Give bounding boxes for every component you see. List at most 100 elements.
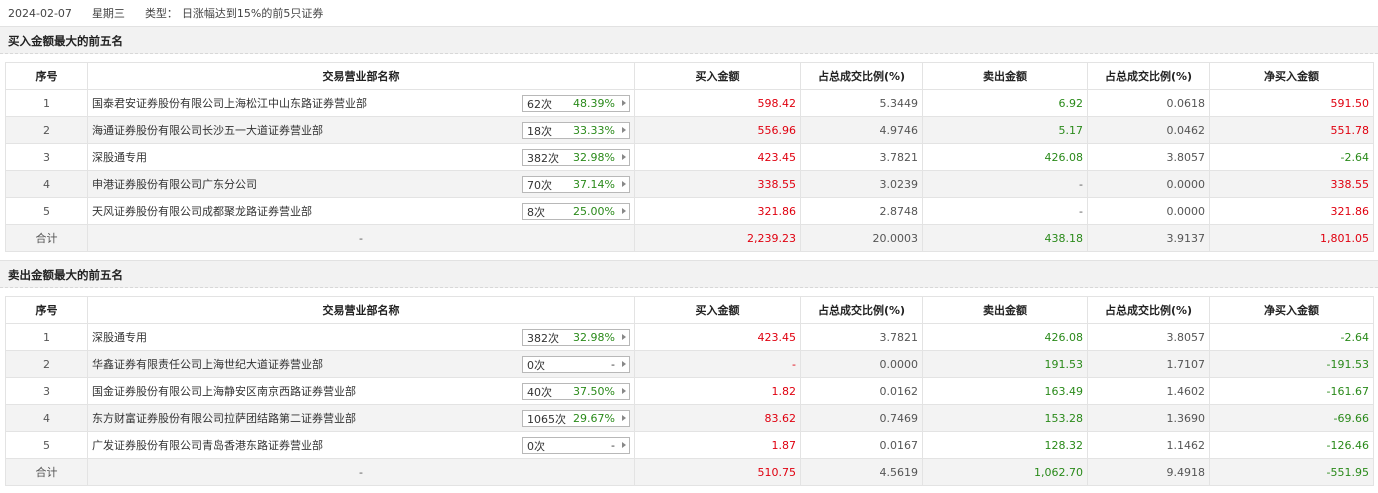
win-rate: 29.67% — [573, 412, 615, 425]
column-header: 占总成交比例(%) — [800, 296, 923, 324]
row-index: 2 — [5, 116, 88, 144]
listing-count-badge[interactable]: 18次 33.33% — [522, 122, 630, 139]
listing-count: 0次 — [527, 439, 545, 453]
listing-count-badge[interactable]: 70次 37.14% — [522, 176, 630, 193]
total-net-amount: 1,801.05 — [1209, 224, 1374, 252]
sell-ratio: 0.0618 — [1087, 89, 1210, 117]
win-rate: - — [611, 439, 615, 452]
type-label: 类型： — [144, 7, 178, 20]
table-row: 5 广发证券股份有限公司青岛香港东路证券营业部 0次 - 1.87 0.0167 128.3… — [5, 431, 1374, 459]
broker-name-cell: 海通证券股份有限公司长沙五一大道证券营业部 18次 33.33% — [87, 116, 635, 144]
row-index: 1 — [5, 89, 88, 117]
listing-count-badge[interactable]: 0次 - — [522, 356, 630, 373]
listing-count: 70次 — [527, 178, 552, 192]
buy-ratio: 5.3449 — [800, 89, 923, 117]
listing-count-badge[interactable]: 0次 - — [522, 437, 630, 454]
buy-table-body: 1 国泰君安证券股份有限公司上海松江中山东路证券营业部 62次 48.39% 598.4… — [5, 89, 1374, 252]
buy-section-title: 买入金额最大的前五名 — [0, 26, 1378, 54]
sell-ratio: 3.8057 — [1087, 323, 1210, 351]
broker-name[interactable]: 深股通专用 — [92, 331, 147, 344]
broker-name-cell: 华鑫证券有限责任公司上海世纪大道证券营业部 0次 - — [87, 350, 635, 378]
net-amount: 591.50 — [1209, 89, 1374, 117]
sell-amount: 163.49 — [922, 377, 1088, 405]
broker-name[interactable]: 天风证券股份有限公司成都聚龙路证券营业部 — [92, 205, 312, 218]
broker-name[interactable]: 国泰君安证券股份有限公司上海松江中山东路证券营业部 — [92, 97, 367, 110]
sell-ratio: 1.3690 — [1087, 404, 1210, 432]
chevron-right-icon — [622, 127, 626, 133]
table-row: 1 国泰君安证券股份有限公司上海松江中山东路证券营业部 62次 48.39% 598.4… — [5, 89, 1374, 117]
net-amount: 338.55 — [1209, 170, 1374, 198]
column-header: 占总成交比例(%) — [800, 62, 923, 90]
chevron-right-icon — [622, 100, 626, 106]
row-index: 2 — [5, 350, 88, 378]
type-value: 日涨幅达到15%的前5只证券 — [181, 7, 324, 20]
total-sell-amount: 438.18 — [922, 224, 1088, 252]
net-amount: 321.86 — [1209, 197, 1374, 225]
sell-amount: 426.08 — [922, 143, 1088, 171]
buy-table: 序号 交易营业部名称 买入金额 占总成交比例(%) 卖出金额 占总成交比例(%) 净买入金额… — [5, 62, 1374, 252]
broker-name[interactable]: 东方财富证券股份有限公司拉萨团结路第二证券营业部 — [92, 412, 356, 425]
total-sell-ratio: 3.9137 — [1087, 224, 1210, 252]
sell-ratio: 1.4602 — [1087, 377, 1210, 405]
total-buy-ratio: 20.0003 — [800, 224, 923, 252]
sell-ratio: 0.0000 — [1087, 170, 1210, 198]
total-sell-ratio: 9.4918 — [1087, 458, 1210, 486]
net-amount: -161.67 — [1209, 377, 1374, 405]
table-row: 5 天风证券股份有限公司成都聚龙路证券营业部 8次 25.00% 321.86 2.874… — [5, 197, 1374, 225]
column-header: 净买入金额 — [1209, 296, 1374, 324]
table-row: 3 国金证券股份有限公司上海静安区南京西路证券营业部 40次 37.50% 1.82 0.… — [5, 377, 1374, 405]
sell-amount: - — [922, 197, 1088, 225]
sell-ratio: 1.1462 — [1087, 431, 1210, 459]
table-row: 2 海通证券股份有限公司长沙五一大道证券营业部 18次 33.33% 556.96 4.9… — [5, 116, 1374, 144]
listing-count-badge[interactable]: 1065次 29.67% — [522, 410, 630, 427]
buy-amount: 338.55 — [634, 170, 801, 198]
sell-table: 序号 交易营业部名称 买入金额 占总成交比例(%) 卖出金额 占总成交比例(%) 净买入金额… — [5, 296, 1374, 486]
buy-amount: 1.82 — [634, 377, 801, 405]
listing-count: 382次 — [527, 331, 559, 345]
total-row: 合计 -2,239.23 20.0003 438.18 3.9137 1,801.05 — [5, 224, 1374, 252]
sell-amount: - — [922, 170, 1088, 198]
win-rate: 48.39% — [573, 97, 615, 110]
broker-name[interactable]: 深股通专用 — [92, 151, 147, 164]
total-name: - — [87, 224, 635, 252]
net-amount: -126.46 — [1209, 431, 1374, 459]
chevron-right-icon — [622, 334, 626, 340]
broker-name-cell: 广发证券股份有限公司青岛香港东路证券营业部 0次 - — [87, 431, 635, 459]
listing-count-badge[interactable]: 8次 25.00% — [522, 203, 630, 220]
listing-count-badge[interactable]: 382次 32.98% — [522, 149, 630, 166]
sell-ratio: 0.0000 — [1087, 197, 1210, 225]
broker-name[interactable]: 海通证券股份有限公司长沙五一大道证券营业部 — [92, 124, 323, 137]
listing-count: 8次 — [527, 205, 545, 219]
broker-name-cell: 申港证券股份有限公司广东分公司 70次 37.14% — [87, 170, 635, 198]
listing-count: 1065次 — [527, 412, 566, 426]
listing-count: 18次 — [527, 124, 552, 138]
broker-name[interactable]: 申港证券股份有限公司广东分公司 — [92, 178, 257, 191]
column-header: 交易营业部名称 — [87, 62, 635, 90]
column-header: 卖出金额 — [922, 62, 1088, 90]
buy-ratio: 0.0162 — [800, 377, 923, 405]
sell-amount: 128.32 — [922, 431, 1088, 459]
listing-count-badge[interactable]: 382次 32.98% — [522, 329, 630, 346]
buy-ratio: 0.0000 — [800, 350, 923, 378]
chevron-right-icon — [622, 361, 626, 367]
chevron-right-icon — [622, 208, 626, 214]
column-header: 交易营业部名称 — [87, 296, 635, 324]
row-index: 5 — [5, 431, 88, 459]
net-amount: -69.66 — [1209, 404, 1374, 432]
total-name: - — [87, 458, 635, 486]
column-header: 净买入金额 — [1209, 62, 1374, 90]
broker-name[interactable]: 国金证券股份有限公司上海静安区南京西路证券营业部 — [92, 385, 356, 398]
row-index: 3 — [5, 377, 88, 405]
total-buy-ratio: 4.5619 — [800, 458, 923, 486]
broker-name[interactable]: 华鑫证券有限责任公司上海世纪大道证券营业部 — [92, 358, 323, 371]
sell-ratio: 0.0462 — [1087, 116, 1210, 144]
sell-ratio: 3.8057 — [1087, 143, 1210, 171]
listing-count-badge[interactable]: 62次 48.39% — [522, 95, 630, 112]
broker-name[interactable]: 广发证券股份有限公司青岛香港东路证券营业部 — [92, 439, 323, 452]
broker-name-cell: 深股通专用 382次 32.98% — [87, 323, 635, 351]
chevron-right-icon — [622, 181, 626, 187]
listing-count-badge[interactable]: 40次 37.50% — [522, 383, 630, 400]
buy-amount: 423.45 — [634, 143, 801, 171]
win-rate: 37.50% — [573, 385, 615, 398]
net-amount: -2.64 — [1209, 143, 1374, 171]
